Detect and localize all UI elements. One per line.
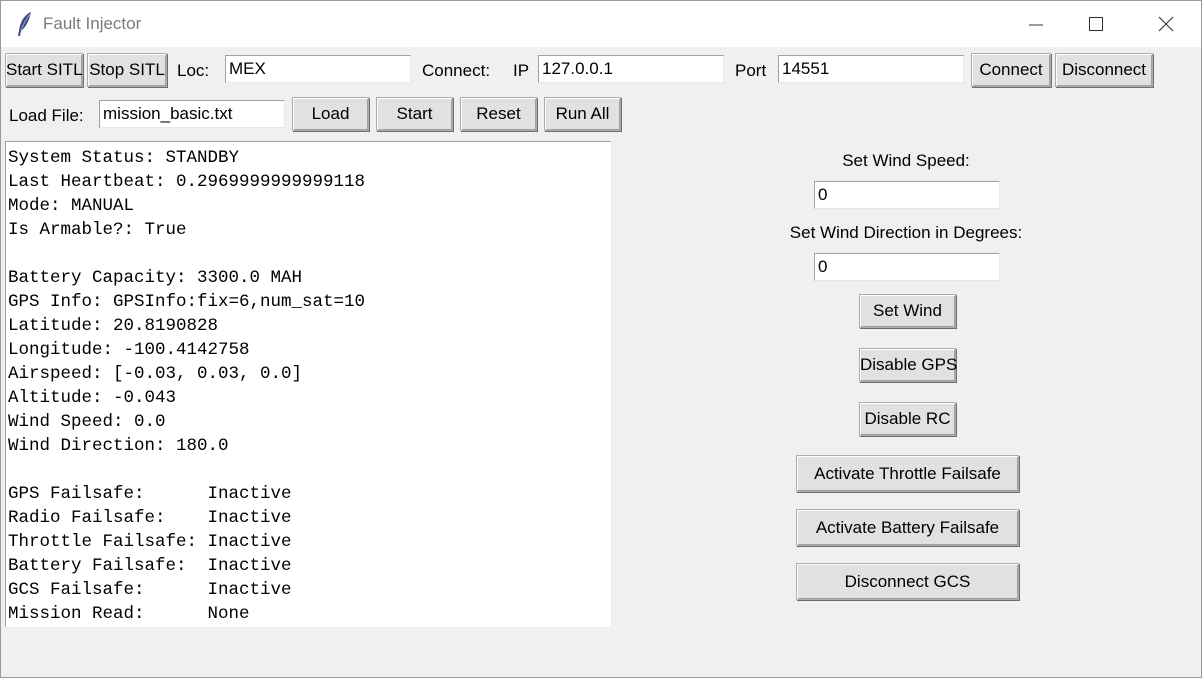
status-line: Mission Read: None bbox=[8, 604, 250, 624]
disconnect-gcs-button[interactable]: Disconnect GCS bbox=[796, 563, 1019, 600]
wind-speed-label: Set Wind Speed: bbox=[842, 151, 970, 170]
start-sitl-button[interactable]: Start SITL bbox=[5, 53, 83, 87]
status-line: Battery Capacity: 3300.0 MAH bbox=[8, 268, 303, 288]
status-lines: System Status: STANDBY Last Heartbeat: 0.… bbox=[6, 146, 611, 626]
title-bar[interactable]: Fault Injector bbox=[1, 1, 1201, 47]
start-button[interactable]: Start bbox=[376, 97, 453, 131]
wind-direction-input[interactable]: 0 bbox=[814, 253, 1000, 281]
status-line: GPS Failsafe: Inactive bbox=[8, 484, 292, 504]
disable-gps-button[interactable]: Disable GPS bbox=[859, 348, 957, 382]
set-wind-button[interactable]: Set Wind bbox=[859, 294, 956, 328]
reset-button[interactable]: Reset bbox=[460, 97, 537, 131]
load-button[interactable]: Load bbox=[292, 97, 369, 131]
wind-speed-input[interactable]: 0 bbox=[814, 181, 1000, 209]
connect-button[interactable]: Connect bbox=[971, 53, 1051, 87]
window-title: Fault Injector bbox=[43, 14, 142, 33]
close-icon[interactable] bbox=[1131, 1, 1201, 47]
disable-rc-button[interactable]: Disable RC bbox=[859, 402, 956, 436]
status-line: GPS Info: GPSInfo:fix=6,num_sat=10 bbox=[8, 292, 366, 312]
ip-input[interactable]: 127.0.0.1 bbox=[538, 55, 724, 83]
loc-label: Loc: bbox=[177, 61, 210, 80]
ip-label: IP bbox=[513, 61, 530, 80]
feather-icon bbox=[15, 11, 35, 37]
stop-sitl-button[interactable]: Stop SITL bbox=[87, 53, 167, 87]
app-window: Fault Injector Start SITL Stop SITL Loc:… bbox=[0, 0, 1202, 678]
status-line: Throttle Failsafe: Inactive bbox=[8, 532, 292, 552]
port-label: Port bbox=[735, 61, 767, 80]
wind-direction-label: Set Wind Direction in Degrees: bbox=[789, 223, 1023, 242]
status-line: Longitude: -100.4142758 bbox=[8, 340, 250, 360]
disconnect-button[interactable]: Disconnect bbox=[1055, 53, 1153, 87]
battery-failsafe-button[interactable]: Activate Battery Failsafe bbox=[796, 509, 1019, 546]
status-line: Latitude: 20.8190828 bbox=[8, 316, 219, 336]
status-line: Last Heartbeat: 0.2969999999999118 bbox=[8, 172, 366, 192]
status-line: Mode: MANUAL bbox=[8, 196, 135, 216]
status-line bbox=[6, 242, 611, 266]
status-text-area[interactable]: System Status: STANDBY Last Heartbeat: 0.… bbox=[5, 141, 611, 627]
status-line: Is Armable?: True bbox=[8, 220, 187, 240]
maximize-icon[interactable] bbox=[1061, 1, 1131, 47]
status-line bbox=[6, 458, 611, 482]
status-line: Airspeed: [-0.03, 0.03, 0.0] bbox=[8, 364, 303, 384]
run-all-button[interactable]: Run All bbox=[544, 97, 621, 131]
location-input[interactable]: MEX bbox=[225, 55, 411, 83]
load-file-label: Load File: bbox=[9, 106, 84, 125]
connect-label: Connect: bbox=[422, 61, 491, 80]
port-input[interactable]: 14551 bbox=[778, 55, 964, 83]
status-line: Wind Direction: 180.0 bbox=[8, 436, 229, 456]
status-line: System Status: STANDBY bbox=[8, 148, 240, 168]
status-line: Radio Failsafe: Inactive bbox=[8, 508, 292, 528]
status-line: Altitude: -0.043 bbox=[8, 388, 177, 408]
status-line: Wind Speed: 0.0 bbox=[8, 412, 166, 432]
throttle-failsafe-button[interactable]: Activate Throttle Failsafe bbox=[796, 455, 1019, 492]
mission-file-input[interactable]: mission_basic.txt bbox=[99, 100, 285, 128]
status-line: Battery Failsafe: Inactive bbox=[8, 556, 292, 576]
status-line: GCS Failsafe: Inactive bbox=[8, 580, 292, 600]
